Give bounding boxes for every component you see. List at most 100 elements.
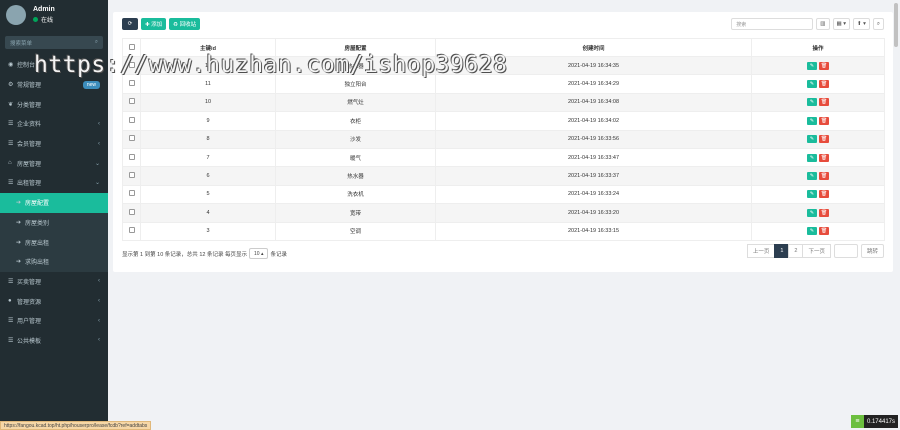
next-page-button[interactable]: 下一页 (802, 244, 831, 258)
row-actions: ✎ 🗑 (807, 116, 829, 125)
delete-icon[interactable]: 🗑 (819, 227, 829, 236)
sidebar-search-input[interactable]: 搜索菜单 ⌕ (5, 36, 103, 49)
select-all-cell (122, 38, 141, 57)
sidebar-item-9[interactable]: ➔ 房屋出租 (0, 232, 108, 252)
debug-timer[interactable]: ≡ 0.174417s (850, 415, 898, 428)
table-row[interactable]: 6 热水器 2021-04-19 16:33:37 ✎ 🗑 (122, 166, 885, 186)
header-name[interactable]: 房屋配置 (275, 38, 436, 57)
prev-page-button[interactable]: 上一页 (746, 244, 776, 258)
delete-icon[interactable]: 🗑 (819, 98, 829, 107)
edit-icon[interactable]: ✎ (807, 153, 817, 162)
sidebar-item-8[interactable]: ➔ 房屋类别 (0, 212, 108, 233)
table-search-input[interactable]: 搜索 (731, 18, 814, 30)
sidebar: Admin 在线 搜索菜单 ⌕ ◉ 控制台 ⚙ 常规管理 new ❦ 分类管理 ☰ 企业资料 ‹ ☰… (0, 0, 108, 430)
edit-icon[interactable]: ✎ (807, 190, 817, 199)
row-actions: ✎ 🗑 (807, 80, 829, 89)
row-select-cell (122, 74, 141, 94)
new-badge: new (82, 80, 100, 89)
edit-icon[interactable]: ✎ (807, 172, 817, 181)
cell-actions: ✎ 🗑 (751, 184, 885, 205)
export-button[interactable]: ⬆ ▾ (853, 18, 870, 30)
sidebar-item-3[interactable]: ☰ 企业资料 ‹ (0, 114, 108, 134)
table-row[interactable]: 8 沙发 2021-04-19 16:33:56 ✎ 🗑 (122, 129, 885, 149)
row-checkbox[interactable] (128, 227, 135, 234)
sidebar-item-label: 用户管理 (17, 319, 42, 326)
columns-button[interactable]: ▦ ▾ (832, 18, 850, 30)
sidebar-item-5[interactable]: ⌂ 房屋管理 ⌄ (0, 153, 108, 173)
edit-icon[interactable]: ✎ (807, 80, 817, 89)
table-row[interactable]: 12 热水器 2021-04-19 16:34:35 ✎ 🗑 (122, 55, 885, 76)
search-button[interactable]: ⌕ (872, 18, 884, 30)
row-checkbox[interactable] (128, 61, 135, 68)
edit-icon[interactable]: ✎ (807, 98, 817, 107)
page-size-select[interactable]: 10 ▴ (249, 248, 269, 259)
sidebar-item-7[interactable]: ➔ 房屋配置 (0, 192, 108, 213)
data-table: 主键id 房屋配置 创建时间 操作 12 热水器 2021-04-19 16:34:… (122, 38, 885, 241)
table-row[interactable]: 5 洗衣机 2021-04-19 16:33:24 ✎ 🗑 (122, 184, 885, 205)
add-button[interactable]: ✚ 添加 (141, 18, 167, 30)
jump-button[interactable]: 跳转 (860, 244, 884, 258)
timer-value: 0.174417s (863, 415, 898, 428)
sidebar-item-6[interactable]: ☰ 出租管理 ⌄ (0, 173, 108, 193)
delete-icon[interactable]: 🗑 (819, 135, 829, 144)
sidebar-item-4[interactable]: ☰ 会员管理 ‹ (0, 134, 108, 154)
select-all-checkbox[interactable] (128, 43, 135, 50)
table-row[interactable]: 4 宽带 2021-04-19 16:33:20 ✎ 🗑 (122, 203, 885, 223)
delete-icon[interactable]: 🗑 (819, 116, 829, 125)
cell-actions: ✎ 🗑 (751, 74, 885, 94)
jump-page-input[interactable] (833, 244, 858, 258)
cogs-icon: ⚙ (8, 82, 14, 89)
edit-icon[interactable]: ✎ (807, 208, 817, 217)
page-1-button[interactable]: 1 (774, 244, 790, 258)
delete-icon[interactable]: 🗑 (819, 172, 829, 181)
delete-icon[interactable]: 🗑 (819, 80, 829, 89)
row-checkbox[interactable] (128, 172, 135, 179)
delete-icon[interactable]: 🗑 (819, 208, 829, 217)
delete-icon[interactable]: 🗑 (819, 190, 829, 199)
table-row[interactable]: 9 衣柜 2021-04-19 16:34:02 ✎ 🗑 (122, 111, 885, 131)
sidebar-item-label: 企业资料 (17, 122, 42, 129)
edit-icon[interactable]: ✎ (807, 116, 817, 125)
sidebar-item-12[interactable]: ● 管理资源 ‹ (0, 291, 108, 311)
scrollbar[interactable] (894, 3, 898, 47)
sidebar-item-13[interactable]: ☰ 用户管理 ‹ (0, 311, 108, 331)
edit-icon[interactable]: ✎ (807, 227, 817, 236)
status-bar-url: https://fangou.kcad.top/ht.php/houserpro… (0, 421, 152, 430)
header-id[interactable]: 主键id (140, 38, 276, 57)
sidebar-item-2[interactable]: ❦ 分类管理 (0, 94, 108, 114)
page-2-button[interactable]: 2 (788, 244, 804, 258)
table-row[interactable]: 7 暖气 2021-04-19 16:33:47 ✎ 🗑 (122, 147, 885, 168)
cell-actions: ✎ 🗑 (751, 129, 885, 149)
circle-arrow-icon: ➔ (16, 239, 22, 246)
row-checkbox[interactable] (128, 80, 135, 87)
edit-icon[interactable]: ✎ (807, 135, 817, 144)
row-checkbox[interactable] (128, 190, 135, 197)
row-checkbox[interactable] (128, 116, 135, 123)
refresh-button[interactable]: ⟳ (122, 18, 138, 30)
recycle-bin-button[interactable]: ♻ 回收站 (169, 18, 201, 30)
avatar[interactable] (6, 5, 26, 25)
delete-icon[interactable]: 🗑 (819, 153, 829, 162)
sidebar-item-1[interactable]: ⚙ 常规管理 new (0, 75, 108, 95)
row-checkbox[interactable] (128, 135, 135, 142)
edit-icon[interactable]: ✎ (807, 61, 817, 70)
cell-time: 2021-04-19 16:34:02 (435, 111, 752, 131)
table-row[interactable]: 10 燃气灶 2021-04-19 16:34:08 ✎ 🗑 (122, 92, 885, 113)
row-select-cell (122, 92, 141, 113)
row-checkbox[interactable] (128, 153, 135, 160)
sidebar-item-0[interactable]: ◉ 控制台 (0, 55, 108, 75)
header-time[interactable]: 创建时间 (435, 38, 752, 57)
chevron-icon: ‹ (98, 140, 100, 147)
cell-id: 12 (140, 55, 276, 76)
sidebar-item-11[interactable]: ☰ 买卖管理 ‹ (0, 272, 108, 292)
toggle-view-button[interactable]: ▥ (816, 18, 830, 30)
row-checkbox[interactable] (128, 98, 135, 105)
row-checkbox[interactable] (128, 208, 135, 215)
table-row[interactable]: 3 空调 2021-04-19 16:33:15 ✎ 🗑 (122, 221, 885, 241)
sidebar-item-label: 买卖管理 (17, 279, 42, 286)
delete-icon[interactable]: 🗑 (819, 61, 829, 70)
sidebar-item-14[interactable]: ☰ 公共模板 ‹ (0, 331, 108, 351)
table-row[interactable]: 11 独立阳台 2021-04-19 16:34:29 ✎ 🗑 (122, 74, 885, 94)
cell-time: 2021-04-19 16:34:29 (435, 74, 752, 94)
sidebar-item-10[interactable]: ➔ 求购出租 (0, 251, 108, 272)
